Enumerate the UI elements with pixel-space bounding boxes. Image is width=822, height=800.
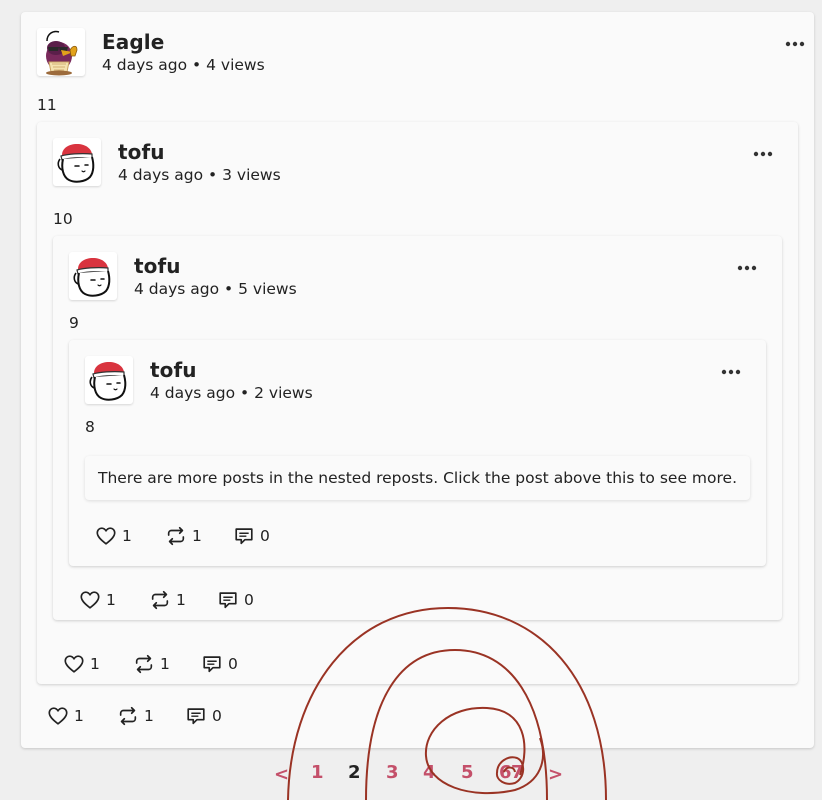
tofu-avatar-icon xyxy=(85,356,133,404)
heart-icon xyxy=(95,525,117,547)
more-options-button[interactable] xyxy=(719,362,743,382)
post-header: tofu 4 days ago • 3 views xyxy=(53,138,798,188)
repost-count: 1 xyxy=(176,591,186,609)
repost-count: 1 xyxy=(192,527,202,545)
avatar[interactable] xyxy=(85,356,133,404)
post-header: tofu 4 days ago • 2 views xyxy=(85,356,766,406)
post-actions: 1 1 0 xyxy=(95,524,295,548)
like-count: 1 xyxy=(74,707,84,725)
repost-button[interactable]: 1 xyxy=(149,588,186,612)
post-text: 11 xyxy=(37,96,57,114)
comment-button[interactable]: 0 xyxy=(233,524,270,548)
like-button[interactable]: 1 xyxy=(47,704,84,728)
pagination-page[interactable]: 3 xyxy=(386,762,399,783)
like-button[interactable]: 1 xyxy=(79,588,116,612)
heart-icon xyxy=(63,653,85,675)
post-actions: 1 1 0 xyxy=(47,704,247,728)
tofu-avatar-icon xyxy=(69,252,117,300)
post-text: 9 xyxy=(69,314,79,332)
pagination-page[interactable]: 7 xyxy=(511,762,524,783)
comment-icon xyxy=(217,589,239,611)
repost-button[interactable]: 1 xyxy=(165,524,202,548)
post-actions: 1 1 0 xyxy=(63,652,263,676)
more-options-icon xyxy=(719,362,743,382)
more-options-icon xyxy=(751,144,775,164)
like-count: 1 xyxy=(106,591,116,609)
more-options-icon xyxy=(735,258,759,278)
repost-card[interactable]: tofu 4 days ago • 5 views 9 tofu 4 days … xyxy=(53,236,782,620)
more-options-icon xyxy=(783,34,807,54)
post-meta: 4 days ago • 2 views xyxy=(150,384,313,402)
comment-icon xyxy=(185,705,207,727)
post-text: 8 xyxy=(85,418,95,436)
post-text: 10 xyxy=(53,210,73,228)
tofu-avatar-icon xyxy=(53,138,101,186)
repost-card[interactable]: tofu 4 days ago • 3 views 10 tofu 4 days… xyxy=(37,122,798,684)
comment-count: 0 xyxy=(244,591,254,609)
repost-icon xyxy=(133,653,155,675)
repost-icon xyxy=(149,589,171,611)
nested-reposts-notice[interactable]: There are more posts in the nested repos… xyxy=(85,456,750,500)
comment-icon xyxy=(201,653,223,675)
post-card[interactable]: Eagle 4 days ago • 4 views 11 tofu 4 day… xyxy=(21,12,814,748)
pagination: < 1 2 3 4 5 6 7 > xyxy=(0,762,822,788)
heart-icon xyxy=(47,705,69,727)
post-actions: 1 1 0 xyxy=(79,588,279,612)
pagination-page[interactable]: 5 xyxy=(461,762,474,783)
like-count: 1 xyxy=(122,527,132,545)
comment-count: 0 xyxy=(228,655,238,673)
like-button[interactable]: 1 xyxy=(63,652,100,676)
comment-count: 0 xyxy=(260,527,270,545)
heart-icon xyxy=(79,589,101,611)
post-header: Eagle 4 days ago • 4 views xyxy=(37,28,814,78)
post-meta: 4 days ago • 3 views xyxy=(118,166,281,184)
repost-count: 1 xyxy=(144,707,154,725)
post-meta: 4 days ago • 4 views xyxy=(102,56,265,74)
username[interactable]: tofu xyxy=(118,140,165,164)
like-button[interactable]: 1 xyxy=(95,524,132,548)
comment-button[interactable]: 0 xyxy=(201,652,238,676)
pagination-page[interactable]: 1 xyxy=(311,762,324,783)
more-options-button[interactable] xyxy=(783,34,807,54)
comment-count: 0 xyxy=(212,707,222,725)
repost-button[interactable]: 1 xyxy=(117,704,154,728)
repost-icon xyxy=(117,705,139,727)
pagination-next[interactable]: > xyxy=(548,764,563,785)
repost-icon xyxy=(165,525,187,547)
pagination-page-current: 2 xyxy=(348,762,361,783)
more-options-button[interactable] xyxy=(751,144,775,164)
like-count: 1 xyxy=(90,655,100,673)
repost-count: 1 xyxy=(160,655,170,673)
username[interactable]: tofu xyxy=(134,254,181,278)
repost-card[interactable]: tofu 4 days ago • 2 views 8 There are mo… xyxy=(69,340,766,566)
eagle-avatar-icon xyxy=(37,28,85,76)
username[interactable]: tofu xyxy=(150,358,197,382)
avatar[interactable] xyxy=(69,252,117,300)
avatar[interactable] xyxy=(53,138,101,186)
more-options-button[interactable] xyxy=(735,258,759,278)
comment-icon xyxy=(233,525,255,547)
avatar[interactable] xyxy=(37,28,85,76)
username[interactable]: Eagle xyxy=(102,30,164,54)
repost-button[interactable]: 1 xyxy=(133,652,170,676)
post-meta: 4 days ago • 5 views xyxy=(134,280,297,298)
pagination-page[interactable]: 4 xyxy=(423,762,436,783)
comment-button[interactable]: 0 xyxy=(217,588,254,612)
pagination-prev[interactable]: < xyxy=(274,764,289,785)
comment-button[interactable]: 0 xyxy=(185,704,222,728)
post-header: tofu 4 days ago • 5 views xyxy=(69,252,782,302)
pagination-page[interactable]: 6 xyxy=(499,762,512,783)
